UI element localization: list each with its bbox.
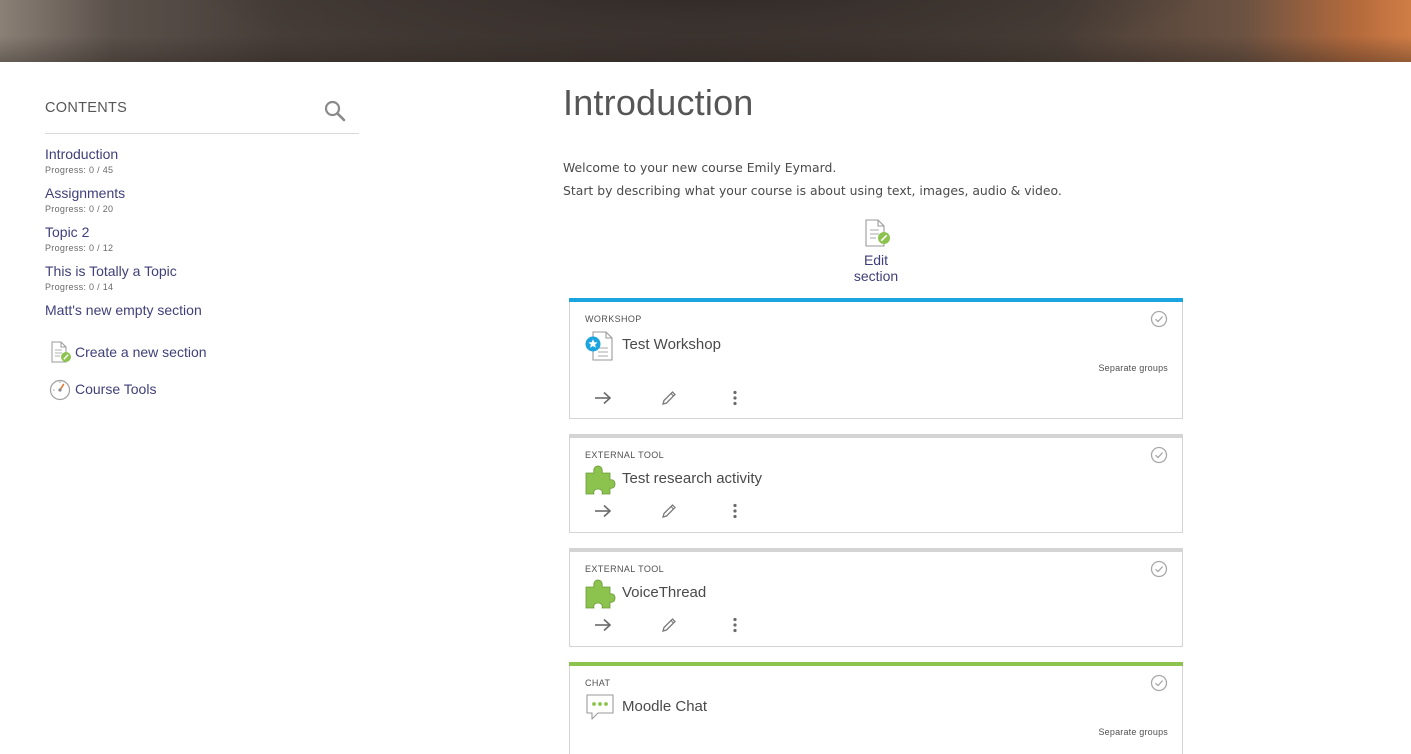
activity-type: WORKSHOP (585, 314, 642, 324)
arrow-right-icon[interactable] (592, 500, 614, 522)
more-vertical-icon[interactable] (724, 500, 746, 522)
summary-line: Start by describing what your course is … (563, 183, 1062, 198)
completion-check-icon[interactable] (1150, 674, 1168, 692)
activity-name-link[interactable]: VoiceThread (622, 584, 706, 601)
completion-check-icon[interactable] (1150, 446, 1168, 464)
group-mode-label: Separate groups (1098, 727, 1168, 737)
activity-toolbar (592, 387, 790, 409)
section-progress: Progress: 0 / 14 (45, 282, 114, 292)
activity-accent-bar (569, 434, 1183, 438)
activity-type: EXTERNAL TOOL (585, 564, 665, 574)
edit-section-label[interactable]: Edit section (840, 252, 912, 284)
section-summary: Welcome to your new course Emily Eymard.… (563, 156, 1183, 202)
activity-name-link[interactable]: Moodle Chat (622, 698, 707, 715)
activity-card-external-tool: EXTERNAL TOOL VoiceThread (569, 548, 1183, 647)
activity-accent-bar (569, 548, 1183, 552)
puzzle-piece-icon (585, 579, 616, 609)
create-section-label[interactable]: Create a new section (75, 344, 207, 360)
activity-name-link[interactable]: Test Workshop (622, 336, 721, 353)
completion-check-icon[interactable] (1150, 310, 1168, 328)
edit-section-button[interactable]: Edit section (840, 218, 912, 284)
section-main: Introduction Welcome to your new course … (563, 80, 1183, 754)
activity-accent-bar (569, 662, 1183, 666)
activity-type: CHAT (585, 678, 611, 688)
puzzle-piece-icon (585, 465, 616, 495)
contents-title: CONTENTS (45, 100, 128, 116)
activity-name-link[interactable]: Test research activity (622, 470, 762, 487)
gauge-icon (48, 377, 74, 401)
section-link-introduction[interactable]: Introduction Progress: 0 / 45 (45, 145, 359, 184)
create-section-link[interactable]: Create a new section (45, 333, 359, 370)
section-list: Introduction Progress: 0 / 45 Assignment… (45, 145, 359, 333)
activity-list: WORKSHOP Test Workshop Separate groups E… (569, 298, 1183, 754)
search-icon[interactable] (323, 99, 347, 123)
more-vertical-icon[interactable] (724, 614, 746, 636)
section-progress: Progress: 0 / 12 (45, 243, 114, 253)
edit-document-icon (48, 340, 74, 364)
group-mode-label: Separate groups (1098, 363, 1168, 373)
course-banner-image (0, 0, 1411, 62)
course-tools-label[interactable]: Course Tools (75, 381, 156, 397)
arrow-right-icon[interactable] (592, 387, 614, 409)
course-tools-link[interactable]: Course Tools (45, 370, 359, 407)
activity-type: EXTERNAL TOOL (585, 450, 665, 460)
section-progress: Progress: 0 / 45 (45, 165, 114, 175)
activity-card-external-tool: EXTERNAL TOOL Test research activity (569, 434, 1183, 533)
activity-card-workshop: WORKSHOP Test Workshop Separate groups (569, 298, 1183, 419)
section-label[interactable]: Introduction (45, 145, 359, 164)
page-title: Introduction (563, 82, 754, 123)
edit-document-icon (865, 219, 890, 247)
section-label[interactable]: Matt's new empty section (45, 301, 359, 320)
completion-check-icon[interactable] (1150, 560, 1168, 578)
section-label[interactable]: Assignments (45, 184, 359, 203)
section-link-totally-a-topic[interactable]: This is Totally a Topic Progress: 0 / 14 (45, 262, 359, 301)
workshop-icon (585, 331, 613, 361)
pencil-icon[interactable] (658, 500, 680, 522)
section-link-matts-empty-section[interactable]: Matt's new empty section (45, 301, 359, 333)
more-vertical-icon[interactable] (724, 387, 746, 409)
section-link-assignments[interactable]: Assignments Progress: 0 / 20 (45, 184, 359, 223)
section-link-topic-2[interactable]: Topic 2 Progress: 0 / 12 (45, 223, 359, 262)
activity-toolbar (592, 614, 790, 636)
section-progress: Progress: 0 / 20 (45, 204, 114, 214)
activity-toolbar (592, 500, 790, 522)
course-contents-sidebar: CONTENTS Introduction Progress: 0 / 45 A… (45, 92, 359, 407)
chat-bubble-icon (586, 694, 614, 720)
arrow-right-icon[interactable] (592, 614, 614, 636)
section-label[interactable]: This is Totally a Topic (45, 262, 359, 281)
summary-line: Welcome to your new course Emily Eymard. (563, 160, 837, 175)
section-label[interactable]: Topic 2 (45, 223, 359, 242)
pencil-icon[interactable] (658, 614, 680, 636)
contents-header: CONTENTS (45, 92, 359, 134)
activity-accent-bar (569, 298, 1183, 302)
activity-card-chat: CHAT Moodle Chat Separate groups (569, 662, 1183, 754)
pencil-icon[interactable] (658, 387, 680, 409)
